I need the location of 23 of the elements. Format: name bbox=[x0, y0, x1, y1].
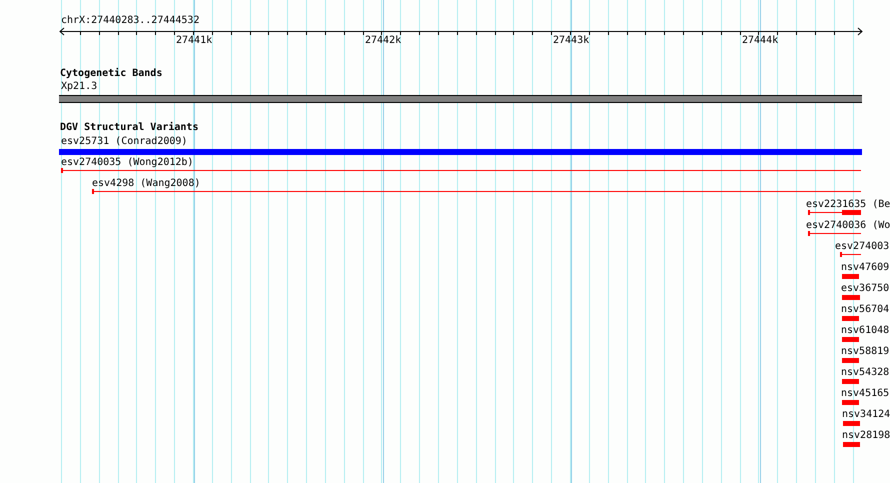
feature-label: Xp21.3 bbox=[61, 81, 98, 92]
feature-label: nsv56704 bbox=[841, 304, 890, 315]
feature-label: nsv34124 bbox=[842, 409, 890, 420]
feature-label: nsv45165 bbox=[841, 388, 890, 399]
ruler-tick-label: 27443k bbox=[553, 35, 590, 46]
feature-label: nsv61048 bbox=[841, 325, 890, 336]
feature-label: esv25731 (Conrad2009) bbox=[61, 136, 188, 147]
ruler-tick-label: 27444k bbox=[742, 35, 778, 46]
ruler-range: chrX:27440283..27444532 bbox=[61, 15, 200, 26]
ruler-tick-label: 27442k bbox=[365, 35, 402, 46]
feature-label: esv2740035 (Wong2012b) bbox=[61, 157, 194, 168]
feature-label: nsv58819 bbox=[841, 346, 890, 357]
track-title: DGV Structural Variants bbox=[60, 122, 198, 133]
feature-label: nsv28198 bbox=[842, 430, 890, 441]
feature-label: nsv54328 bbox=[841, 367, 890, 378]
feature-label: esv36750 bbox=[841, 283, 890, 294]
ruler-tick-label: 27441k bbox=[176, 35, 212, 46]
feature-label: esv274003 bbox=[835, 241, 890, 252]
feature-label: esv4298 (Wang2008) bbox=[92, 178, 200, 189]
track-title: Cytogenetic Bands bbox=[60, 68, 162, 79]
feature-label: nsv47609 bbox=[841, 262, 890, 273]
feature-label: esv2231635 (Be bbox=[806, 199, 890, 210]
feature-label: esv2740036 (Wo bbox=[806, 220, 890, 231]
